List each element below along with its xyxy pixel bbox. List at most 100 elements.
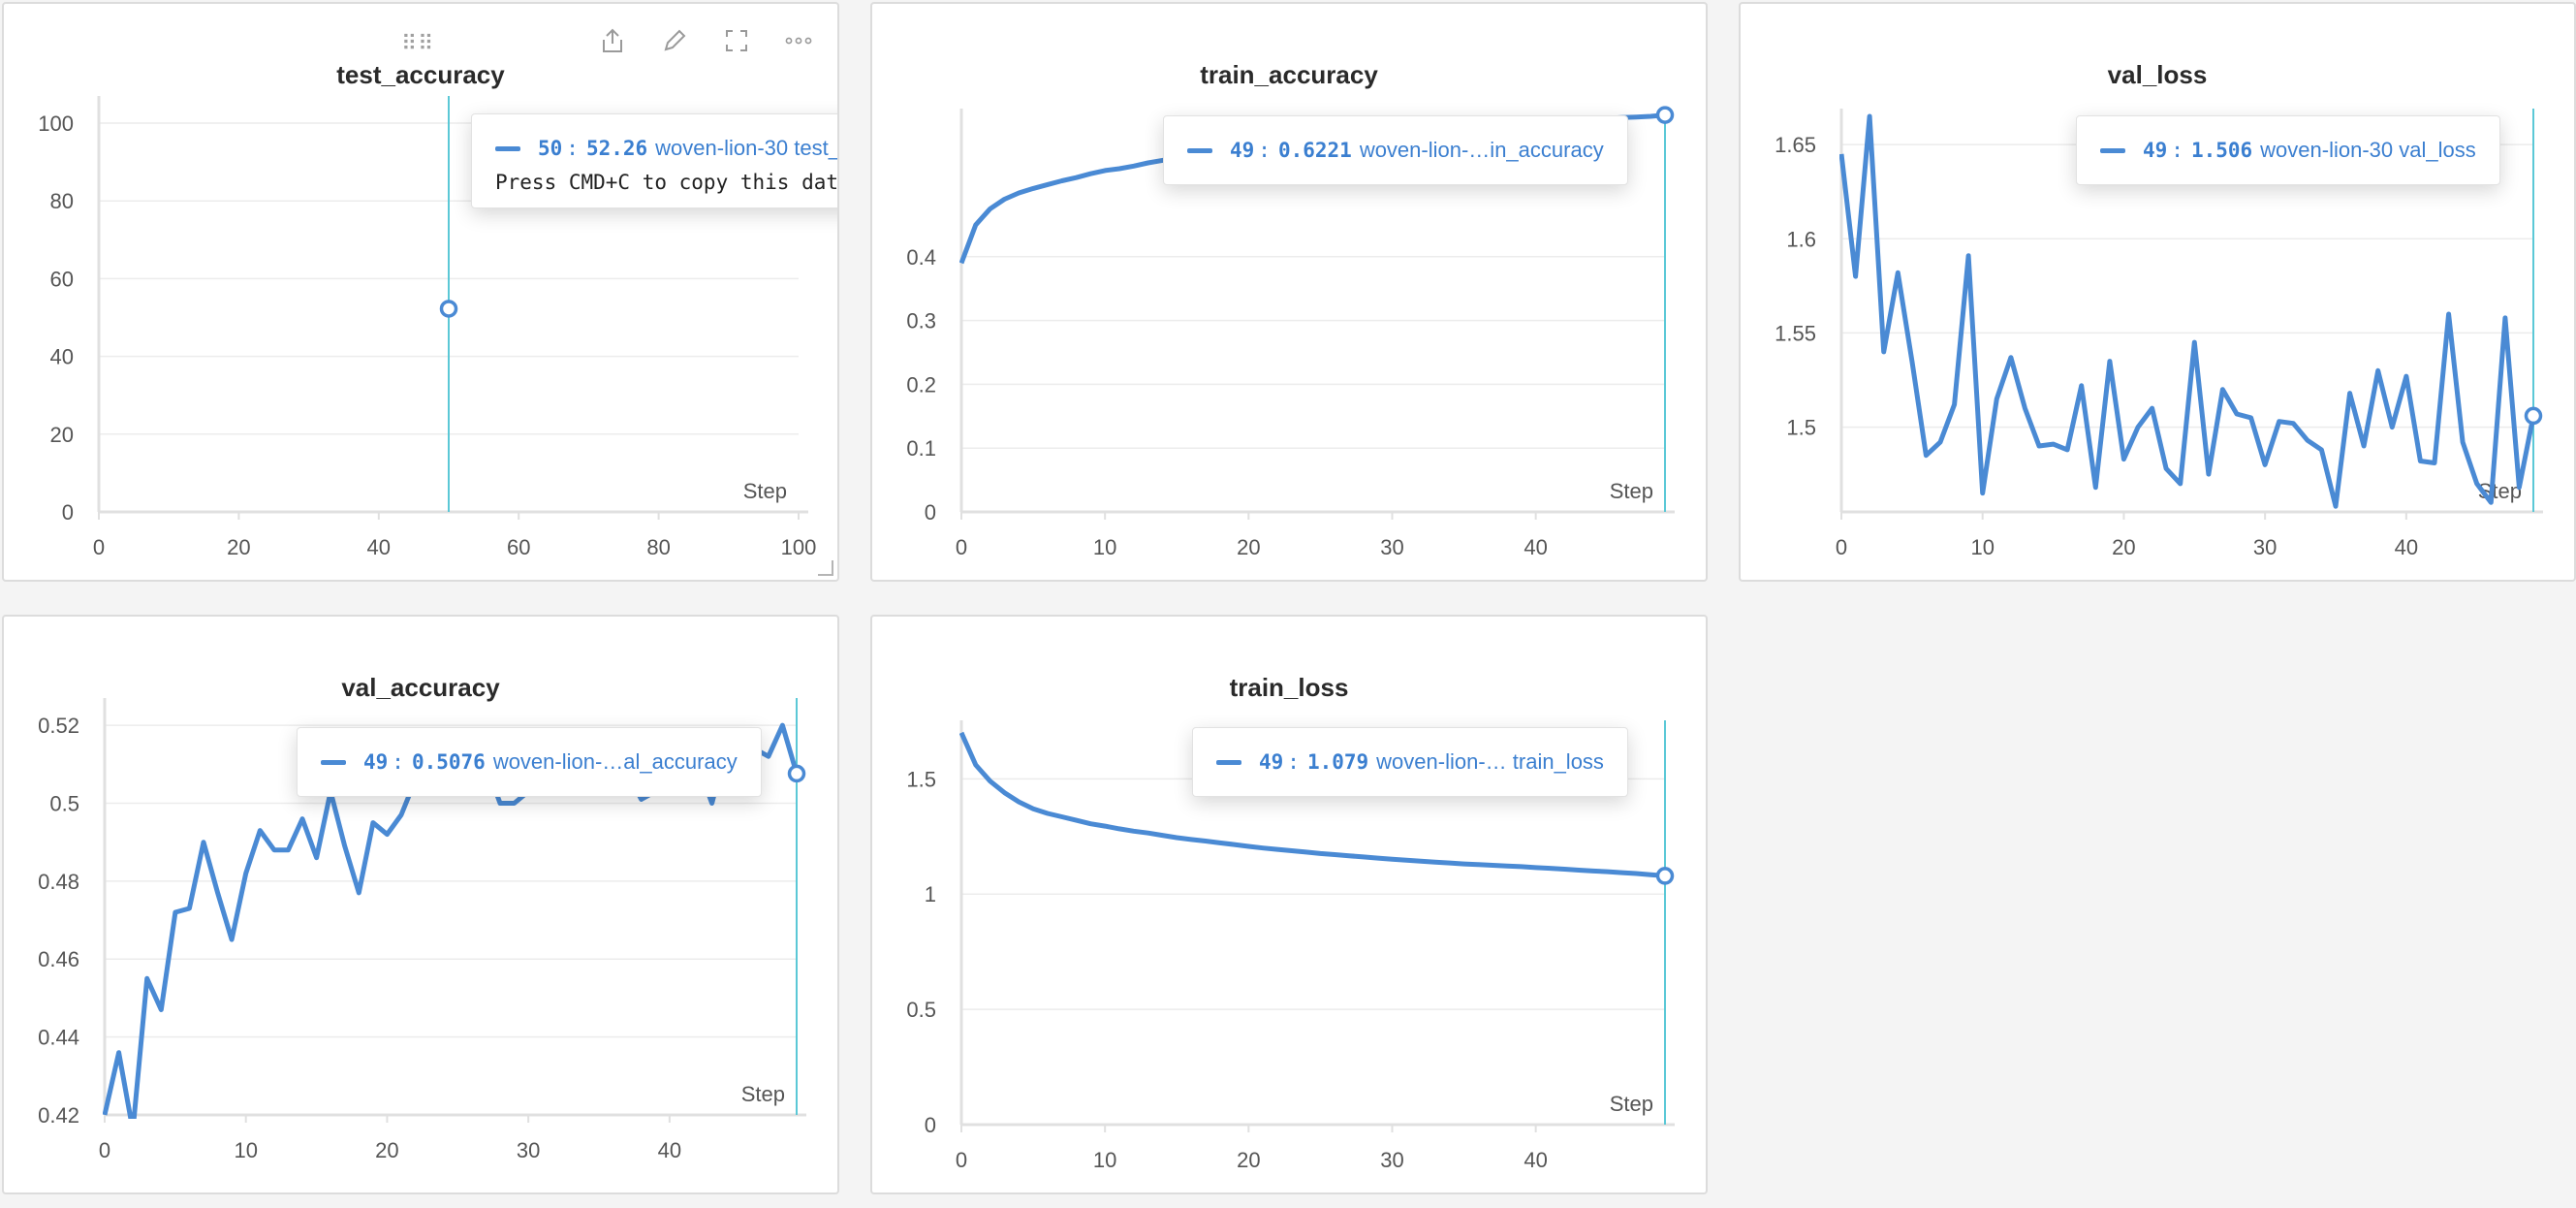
y-tick-label: 80 [50, 189, 74, 213]
tooltip-run: woven-lion-…al_accuracy [492, 749, 738, 774]
tooltip-value: 0.6221 [1277, 139, 1352, 162]
x-tick-label: 0 [93, 535, 105, 559]
series-swatch [1187, 147, 1212, 153]
y-tick-label: 100 [38, 111, 74, 136]
hover-point-marker [439, 300, 458, 318]
tooltip-row: 49 : 1.506 woven-lion-30 val_loss [2100, 116, 2476, 184]
y-tick-label: 0.4 [906, 245, 936, 270]
y-tick-label: 0.5 [49, 791, 79, 815]
panel-train-loss[interactable]: train_loss 0 0.5 1 1.5 0 10 20 30 40 Step 49 : 1.… [870, 615, 1708, 1194]
y-tick-label: 0.42 [38, 1103, 79, 1128]
x-tick-label: 20 [2112, 535, 2135, 559]
tooltip-value: 1.506 [2190, 139, 2253, 162]
tooltip-separator: : [2171, 139, 2183, 162]
x-tick-label: 0 [1836, 535, 1847, 559]
x-tick-label: 40 [1524, 1148, 1547, 1172]
y-tick-label: 0.44 [38, 1026, 79, 1050]
series-swatch [495, 145, 520, 151]
tooltip: 49 : 1.079 woven-lion-… train_loss [1192, 727, 1628, 797]
y-tick-label: 0.1 [906, 436, 936, 461]
y-tick-label: 0 [925, 500, 936, 525]
x-tick-label: 60 [507, 535, 530, 559]
line-chart[interactable]: 0 0.5 1 1.5 0 10 20 30 40 Step [872, 617, 1708, 1194]
line-chart[interactable]: 0 0.1 0.2 0.3 0.4 0 10 20 30 40 Step [872, 4, 1708, 582]
tooltip-hint: Press CMD+C to copy this data [495, 171, 839, 194]
y-tick-label: 0.48 [38, 870, 79, 894]
y-tick-label: 0.46 [38, 947, 79, 971]
x-tick-label: 0 [99, 1138, 110, 1162]
x-tick-label: 20 [1237, 1148, 1260, 1172]
hover-point-marker [787, 764, 806, 783]
x-tick-label: 40 [658, 1138, 681, 1162]
tooltip-step: 49 [1230, 139, 1255, 162]
hover-point-marker [1655, 106, 1675, 124]
tooltip: 49 : 0.6221 woven-lion-…in_accuracy [1163, 115, 1628, 185]
y-tick-label: 60 [50, 267, 74, 291]
hover-point-marker [1655, 867, 1675, 885]
tooltip-value: 52.26 [585, 137, 648, 160]
y-tick-label: 0.52 [38, 714, 79, 738]
tooltip: 50 : 52.26 woven-lion-30 test_accuracy P… [471, 113, 839, 208]
x-tick-label: 10 [1093, 1148, 1116, 1172]
panel-val-loss[interactable]: val_loss 1.5 1.55 1.6 1.65 0 10 20 30 40 Step 49 … [1739, 2, 2576, 582]
y-tick-label: 1.5 [1786, 416, 1816, 440]
x-axis-label: Step [743, 479, 787, 503]
tooltip-separator: : [1287, 750, 1300, 774]
x-tick-label: 40 [2395, 535, 2418, 559]
tooltip-step: 49 [2143, 139, 2168, 162]
y-tick-label: 0.5 [906, 998, 936, 1022]
tooltip: 49 : 0.5076 woven-lion-…al_accuracy [297, 727, 762, 797]
tooltip-step: 49 [1259, 750, 1284, 774]
y-tick-label: 0.2 [906, 372, 936, 397]
x-tick-label: 10 [1093, 535, 1116, 559]
resize-handle-icon[interactable] [818, 560, 833, 576]
tooltip-step: 49 [363, 750, 389, 774]
line-chart[interactable]: 0.42 0.44 0.46 0.48 0.5 0.52 0 10 20 30 40 Step [4, 617, 839, 1194]
tooltip-step: 50 [538, 137, 563, 160]
tooltip-row: 49 : 0.6221 woven-lion-…in_accuracy [1187, 116, 1604, 184]
panel-val-accuracy[interactable]: val_accuracy 0.42 0.44 0.46 0.48 0.5 0.52 0 10 2… [2, 615, 839, 1194]
x-axis-label: Step [1610, 479, 1653, 503]
tooltip-run: woven-lion-…in_accuracy [1359, 138, 1604, 162]
tooltip-separator: : [566, 137, 579, 160]
line-chart[interactable]: 1.51.551.61.650 10 20 30 40Step [1741, 4, 2576, 582]
x-tick-label: 40 [367, 535, 391, 559]
y-tick-label: 40 [50, 345, 74, 369]
tooltip-value: 0.5076 [411, 750, 486, 774]
tooltip-row: 49 : 1.079 woven-lion-… train_loss [1216, 728, 1604, 796]
x-axis-label: Step [741, 1082, 785, 1106]
y-tick-label: 1.65 [1775, 133, 1816, 157]
panel-test-accuracy[interactable]: ⠿⠿ test_accuracy 0 20 40 60 80 100 0 20 40 60 80 10… [2, 2, 839, 582]
series-swatch [2100, 147, 2125, 153]
x-tick-label: 20 [375, 1138, 398, 1162]
series-swatch [1216, 759, 1241, 765]
x-tick-label: 80 [646, 535, 670, 559]
x-tick-label: 40 [1524, 535, 1547, 559]
x-tick-label: 100 [781, 535, 817, 559]
x-tick-label: 10 [234, 1138, 257, 1162]
x-tick-label: 30 [517, 1138, 540, 1162]
y-tick-label: 20 [50, 423, 74, 447]
tooltip-run: woven-lion-30 val_loss [2260, 138, 2476, 162]
y-tick-label: 0.3 [906, 309, 936, 334]
x-tick-label: 20 [227, 535, 250, 559]
tooltip-value: 1.079 [1306, 750, 1369, 774]
tooltip-run: woven-lion-30 test_accuracy [655, 136, 839, 160]
tooltip-row: 49 : 0.5076 woven-lion-…al_accuracy [321, 728, 738, 796]
x-tick-label: 30 [1380, 1148, 1403, 1172]
y-tick-label: 1.6 [1786, 227, 1816, 251]
panel-train-accuracy[interactable]: train_accuracy 0 0.1 0.2 0.3 0.4 0 10 20 30 40 Ste… [870, 2, 1708, 582]
x-tick-label: 20 [1237, 535, 1260, 559]
x-tick-label: 30 [1380, 535, 1403, 559]
x-tick-label: 10 [1970, 535, 1994, 559]
tooltip-run: woven-lion-… train_loss [1376, 749, 1604, 774]
y-tick-label: 1.55 [1775, 321, 1816, 345]
line-chart[interactable]: 0 20 40 60 80 100 0 20 40 60 80 100 Step [4, 4, 839, 582]
y-tick-label: 0 [62, 500, 74, 525]
hover-point-marker [2524, 406, 2543, 426]
tooltip-separator: : [1258, 139, 1271, 162]
x-axis-label: Step [1610, 1092, 1653, 1116]
tooltip: 49 : 1.506 woven-lion-30 val_loss [2076, 115, 2500, 185]
y-tick-label: 0 [925, 1113, 936, 1137]
x-tick-label: 30 [2253, 535, 2277, 559]
